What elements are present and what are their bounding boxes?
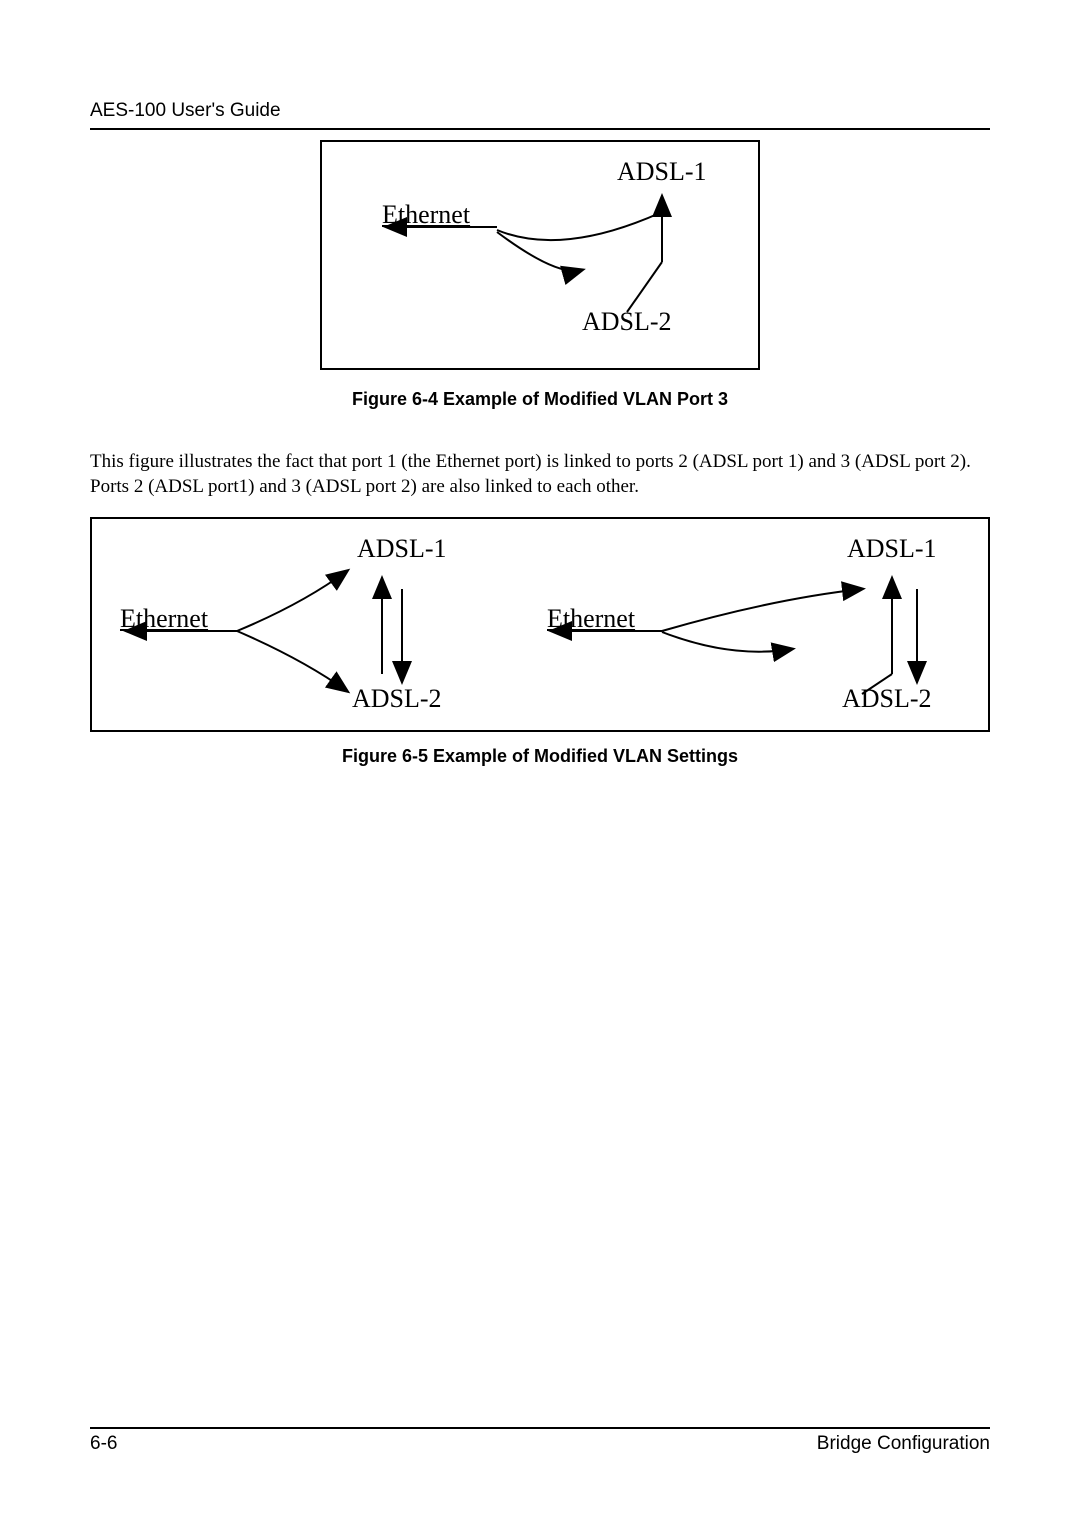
figure-6-5-diagram: Ethernet ADSL-1 ADSL-2 Ethernet ADSL-1 A… <box>90 517 990 732</box>
fig1-ethernet-label: Ethernet <box>382 200 470 230</box>
fig2-left-adsl1-label: ADSL-1 <box>357 534 447 564</box>
fig2-right-adsl2-label: ADSL-2 <box>842 684 932 714</box>
fig1-adsl1-label: ADSL-1 <box>617 157 707 187</box>
figure-6-5-caption: Figure 6-5 Example of Modified VLAN Sett… <box>90 746 990 767</box>
footer-page-number: 6-6 <box>90 1433 117 1455</box>
fig2-right-adsl1-label: ADSL-1 <box>847 534 937 564</box>
fig2-left-ethernet-label: Ethernet <box>120 604 208 634</box>
figure-6-4-container: Ethernet ADSL-1 ADSL-2 Figure 6-4 Exampl… <box>90 140 990 410</box>
figure-6-4-caption: Figure 6-4 Example of Modified VLAN Port… <box>90 389 990 410</box>
page-footer: 6-6 Bridge Configuration <box>90 1427 990 1455</box>
paragraph-text: This figure illustrates the fact that po… <box>90 450 990 499</box>
fig1-adsl2-label: ADSL-2 <box>582 307 672 337</box>
fig2-left-adsl2-label: ADSL-2 <box>352 684 442 714</box>
figure-6-4-diagram: Ethernet ADSL-1 ADSL-2 <box>320 140 760 370</box>
page-header: AES-100 User's Guide <box>90 100 990 130</box>
fig2-right-ethernet-label: Ethernet <box>547 604 635 634</box>
footer-section-title: Bridge Configuration <box>817 1433 990 1455</box>
